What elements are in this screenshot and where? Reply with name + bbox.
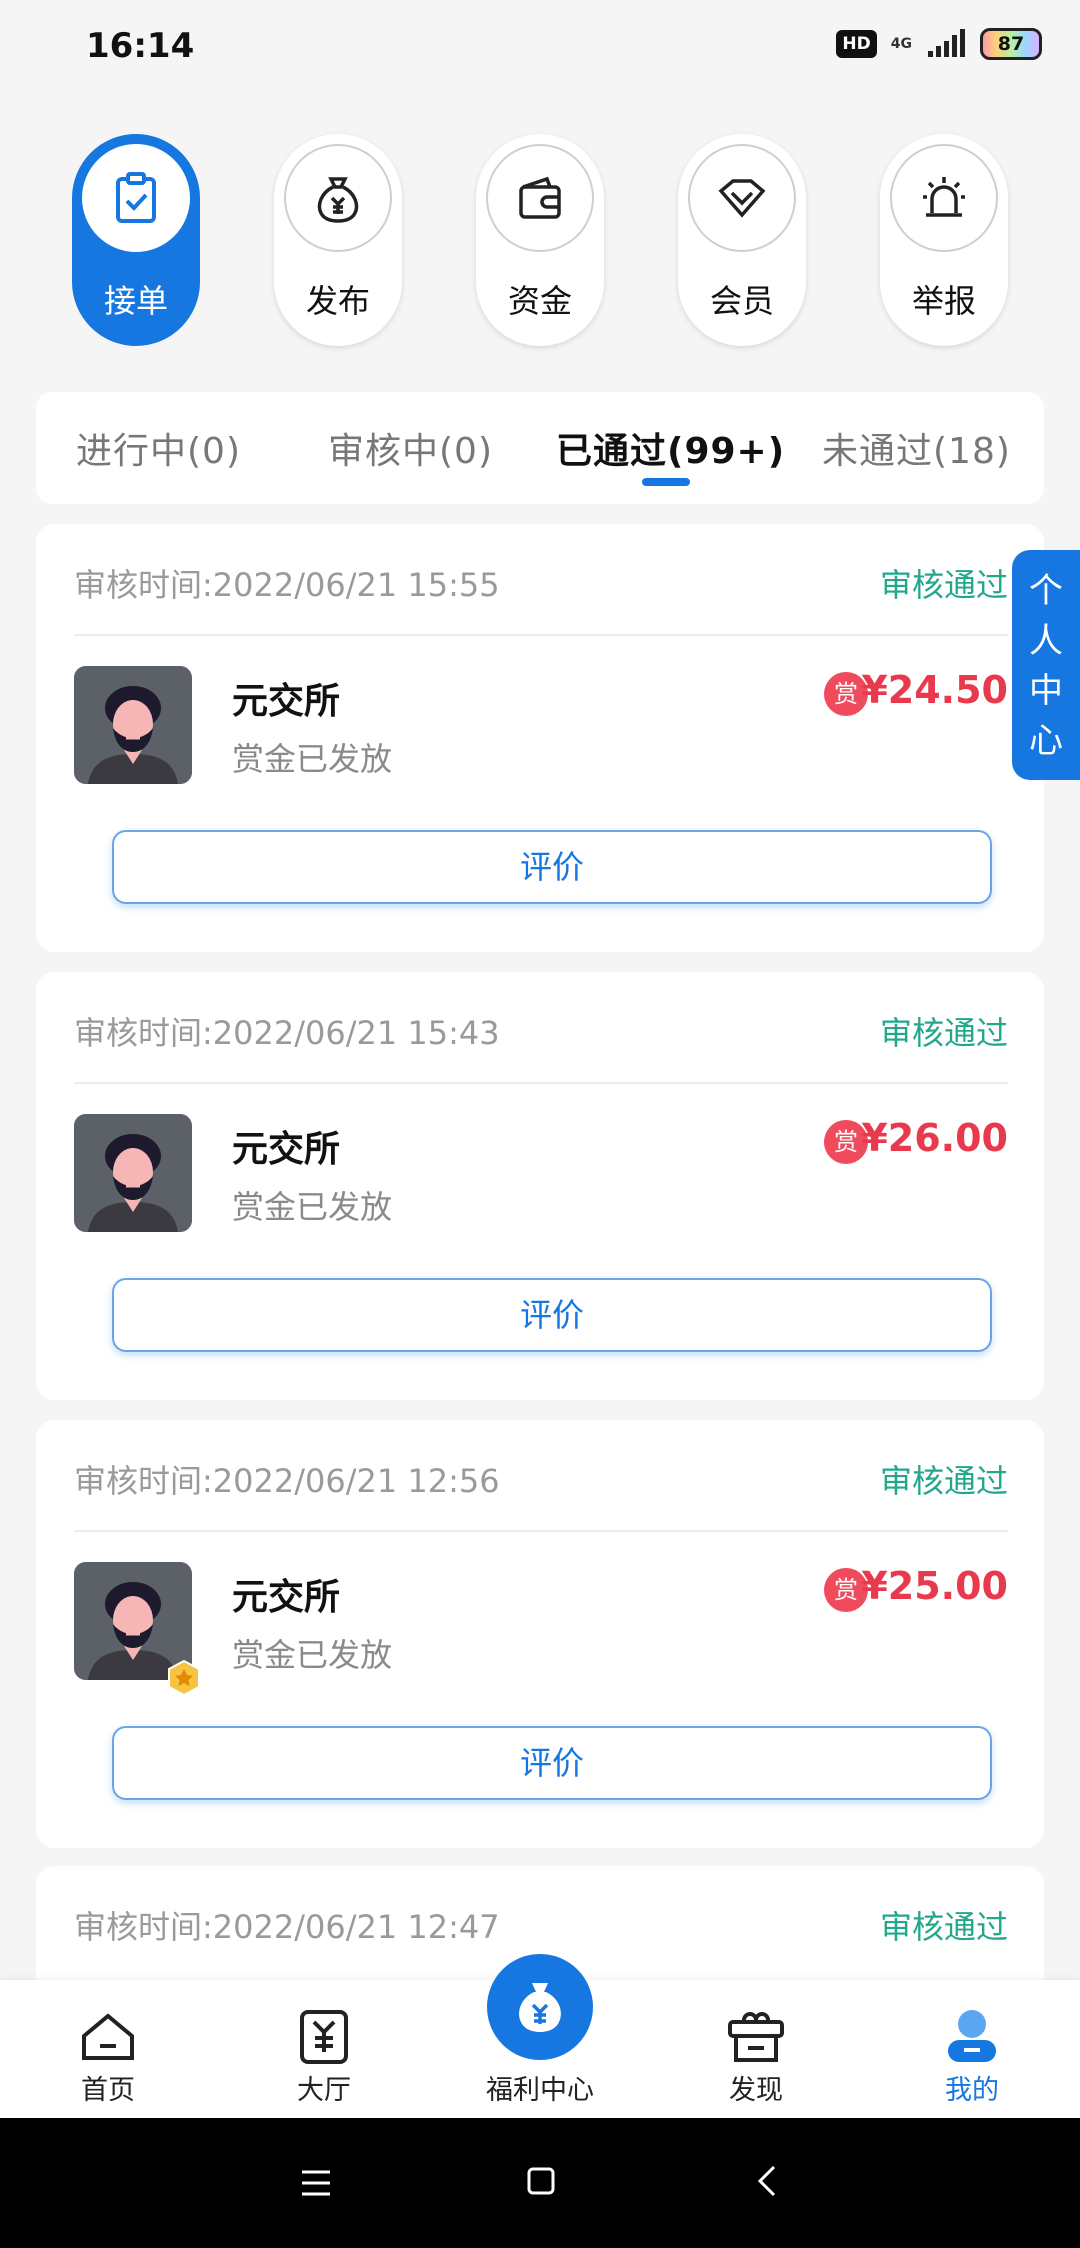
reward-amount: ¥26.00: [861, 1116, 1008, 1160]
tab-in-progress[interactable]: 进行中(0): [76, 422, 241, 474]
status-tabs: 进行中(0) 审核中(0) 已通过(99+) 未通过(18): [36, 392, 1044, 504]
tab-under-review[interactable]: 审核中(0): [328, 422, 493, 474]
active-tab-indicator: [642, 478, 690, 486]
battery-icon: 87: [980, 28, 1042, 60]
divider: [74, 1082, 1008, 1084]
home-icon: [82, 2013, 134, 2060]
welfare-center-button[interactable]: [487, 1954, 593, 2060]
bottom-nav-hall[interactable]: 大厅: [234, 1980, 414, 2118]
reward-amount: ¥24.50: [861, 668, 1008, 712]
tab-rejected[interactable]: 未通过(18): [822, 422, 1011, 474]
avatar[interactable]: [74, 1114, 192, 1232]
reward-amount: ¥25.00: [861, 1564, 1008, 1608]
review-status: 审核通过: [879, 1014, 1008, 1052]
publisher-name: 元交所: [232, 1129, 341, 1170]
bottom-nav-label: 福利中心: [486, 2075, 594, 2106]
home-square-icon[interactable]: [526, 2166, 556, 2196]
order-card: 审核时间:2022/06/21 15:43 审核通过 元交所 赏金已发放 赏 ¥…: [36, 972, 1044, 1400]
review-time: 审核时间:2022/06/21 15:55: [74, 566, 500, 604]
nav-accept-orders[interactable]: 接单: [72, 134, 200, 346]
vip-star-icon: [168, 1660, 200, 1696]
bottom-nav-mine[interactable]: 我的: [882, 1980, 1062, 2118]
nav-member[interactable]: 会员: [678, 134, 806, 346]
rate-button[interactable]: 评价: [112, 1726, 992, 1800]
payout-status: 赏金已发放: [232, 1636, 393, 1674]
top-nav: 接单 发布 资金 会员 举报: [72, 134, 1008, 348]
status-bar: 16:14 HD 4G 87: [0, 0, 1080, 90]
nav-label: 会员: [709, 282, 774, 320]
nav-publish[interactable]: 发布: [274, 134, 402, 346]
bottom-nav-label: 我的: [945, 2075, 999, 2106]
money-bag-icon: [284, 144, 392, 252]
review-time: 审核时间:2022/06/21 12:47: [74, 1908, 500, 1946]
personal-center-label: 个人中心: [1029, 571, 1063, 761]
payout-status: 赏金已发放: [232, 740, 393, 778]
diamond-icon: [688, 144, 796, 252]
review-status: 审核通过: [879, 566, 1008, 604]
nav-label: 发布: [305, 282, 370, 320]
review-time: 审核时间:2022/06/21 15:43: [74, 1014, 500, 1052]
status-indicators: HD 4G 87: [836, 28, 1042, 60]
publisher-name: 元交所: [232, 1577, 341, 1618]
payout-status: 赏金已发放: [232, 1188, 393, 1226]
signal-icon: [928, 29, 965, 57]
money-bag-icon: [519, 1983, 561, 2032]
hall-icon: [300, 2010, 348, 2064]
status-time: 16:14: [86, 26, 195, 66]
divider: [74, 1530, 1008, 1532]
review-status: 审核通过: [879, 1462, 1008, 1500]
clipboard-check-icon: [82, 144, 190, 252]
nav-report[interactable]: 举报: [880, 134, 1008, 346]
publisher-name: 元交所: [232, 681, 341, 722]
personal-center-tab[interactable]: 个人中心: [1012, 550, 1080, 780]
network-type: 4G: [890, 36, 912, 52]
back-icon[interactable]: [756, 2164, 778, 2198]
hd-icon: HD: [836, 30, 877, 58]
bottom-nav-home[interactable]: 首页: [18, 1980, 198, 2118]
nav-label: 资金: [507, 282, 572, 320]
rate-button[interactable]: 评价: [112, 1278, 992, 1352]
wallet-icon: [486, 144, 594, 252]
rate-button[interactable]: 评价: [112, 830, 992, 904]
nav-label: 举报: [911, 282, 976, 320]
order-card: 审核时间:2022/06/21 15:55 审核通过 元交所 赏金已发放 赏 ¥…: [36, 524, 1044, 952]
user-icon: [948, 2010, 996, 2062]
system-nav-bar: [0, 2118, 1080, 2248]
nav-label: 接单: [103, 282, 168, 320]
alarm-light-icon: [890, 144, 998, 252]
bottom-nav-label: 大厅: [297, 2075, 351, 2106]
tab-approved[interactable]: 已通过(99+): [556, 422, 785, 474]
bottom-nav-label: 首页: [81, 2075, 135, 2106]
gift-box-icon: [728, 2012, 784, 2062]
order-card: 审核时间:2022/06/21 12:56 审核通过 元交所 赏金已发放 赏 ¥…: [36, 1420, 1044, 1848]
bottom-nav-label: 发现: [729, 2075, 783, 2106]
review-time: 审核时间:2022/06/21 12:56: [74, 1462, 500, 1500]
nav-funds[interactable]: 资金: [476, 134, 604, 346]
bottom-nav-discover[interactable]: 发现: [666, 1980, 846, 2118]
menu-icon[interactable]: [300, 2168, 332, 2198]
review-status: 审核通过: [879, 1908, 1008, 1946]
divider: [74, 634, 1008, 636]
battery-level: 87: [997, 33, 1025, 55]
avatar[interactable]: [74, 666, 192, 784]
